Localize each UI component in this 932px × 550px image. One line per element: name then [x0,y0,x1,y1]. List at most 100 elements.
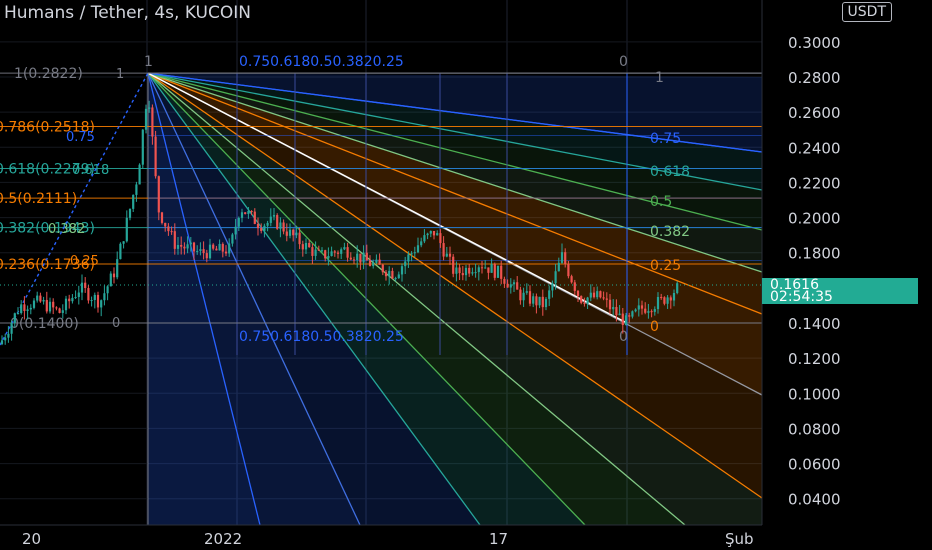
candle-body [464,267,468,276]
candle-body [157,176,160,213]
candle-body [394,278,397,280]
candle-body [314,249,317,256]
candle-body [196,250,199,252]
candle-body [74,296,77,298]
candle-body [455,267,458,274]
candle-body [77,292,80,297]
price-axis-tick: 0.0800 [788,420,841,438]
candle-body [205,253,208,259]
candle-body [618,313,621,316]
candle-body [80,282,84,293]
candle-body [423,235,426,242]
price-axis-tick: 0.0600 [788,456,841,474]
candle-body [253,211,256,224]
price-axis-tick: 0.2400 [788,139,841,157]
candle-body [279,222,282,229]
candle-body [320,250,324,252]
candle-body [327,256,330,259]
candle-body [404,261,407,267]
candle-body [260,228,263,231]
candle-body [586,297,589,304]
candle-body [311,247,314,256]
candle-body [432,230,436,236]
candle-body [554,271,557,284]
time-axis-tick: 2022 [204,530,242,548]
price-axis-tick: 0.1400 [788,315,841,333]
candle-body [42,299,45,302]
dashed-trend-line [0,72,149,346]
candle-body [461,273,464,276]
candle-body [141,129,144,165]
candle-body [407,254,410,262]
candle-body [576,290,580,296]
fan-ratio-label: 1 [655,70,664,86]
candle-body [592,292,596,298]
candle-body [192,242,196,252]
fan-ratio-label: 0.618 [72,163,109,178]
candle-body [221,243,224,252]
candle-body [116,259,119,278]
candle-body [660,296,663,298]
candle-body [375,259,378,263]
price-axis-tick: 0.2600 [788,104,841,122]
candle-body [653,309,656,312]
candle-body [400,266,404,275]
candle-body [621,313,624,325]
fan-ratio-label: 0.5 [650,194,672,210]
candle-body [580,295,583,303]
candle-body [109,273,112,287]
candle-body [583,302,586,304]
candle-body [340,249,343,254]
candle-body [7,333,10,338]
candle-body [160,212,164,223]
candle-body [557,262,560,272]
candle-body [615,307,618,316]
chart-window: 1(0.2822) 0.786(0.2518) 0.618(0.2279) 0.5(0… [0,0,932,550]
candle-body [388,270,391,277]
candle-body [266,222,269,226]
price-axis-tick: 0.0400 [788,491,841,509]
candle-body [656,296,660,310]
candle-body [506,283,509,288]
candle-body [474,272,477,274]
candle-body [640,305,644,309]
candle-body [544,298,548,308]
price-chart[interactable]: 1(0.2822)0.786(0.2518)0.618(0.2279)0.5(0… [0,0,932,550]
candle-body [250,211,253,213]
fib-level-label: 0.5(0.2111) [0,191,77,207]
candle-body [663,297,666,304]
candle-body [218,243,221,251]
candle-body [148,107,151,109]
candle-body [269,216,272,223]
price-axis-tick: 0.1800 [788,245,841,263]
candle-body [68,298,71,302]
candle-body [52,301,55,308]
candle-body [445,253,448,257]
currency-badge[interactable]: USDT [841,2,892,22]
candle-body [234,226,237,235]
candle-body [324,250,327,259]
candle-body [112,273,116,278]
candle-body [128,208,132,218]
candle-body [20,304,23,314]
candle-body [71,297,74,302]
candle-body [372,262,375,266]
candle-body [397,274,400,279]
current-price-tag: 0.1616 02:54:35 [762,278,918,304]
candle-body [186,244,189,249]
candle-body [420,241,423,246]
candle-body [215,248,218,251]
candle-body [285,231,288,236]
candle-body [480,267,484,269]
candle-body [333,251,336,253]
candle-body [672,292,676,301]
fan-ratio-label: 0.382 [48,222,85,237]
candle-body [330,251,333,257]
candle-body [125,217,128,242]
candle-body [362,252,365,263]
candle-body [122,241,125,244]
candle-body [525,291,528,293]
candle-body [541,296,544,308]
candle-body [608,299,612,310]
candle-body [183,246,186,249]
